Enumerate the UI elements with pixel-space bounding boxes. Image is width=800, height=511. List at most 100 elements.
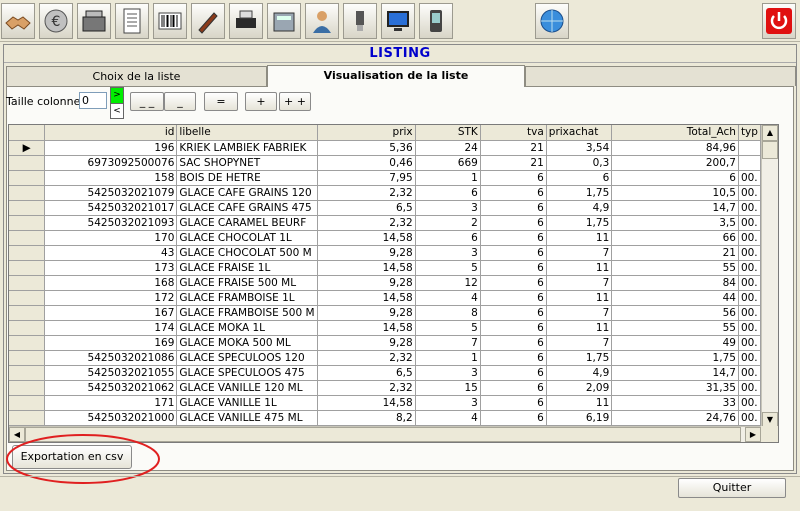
cell-stk[interactable]: 4 <box>415 290 481 306</box>
col-header-id[interactable]: id <box>44 125 178 141</box>
cell-id[interactable]: 5425032021093 <box>44 215 178 231</box>
cell-prix[interactable]: 5,36 <box>317 140 416 156</box>
cell-tva[interactable]: 6 <box>480 170 547 186</box>
monitor-icon[interactable] <box>381 3 415 39</box>
quit-button[interactable]: Quitter <box>678 478 786 498</box>
cell-typ[interactable]: 00. <box>738 365 761 381</box>
cell-total-ach[interactable]: 6 <box>611 170 739 186</box>
cell-total-ach[interactable]: 200,7 <box>611 155 739 171</box>
row-indicator[interactable] <box>9 395 46 411</box>
row-indicator[interactable] <box>9 215 46 231</box>
cell-libelle[interactable]: KRIEK LAMBIEK FABRIEK <box>176 140 318 156</box>
cell-tva[interactable]: 6 <box>480 320 547 336</box>
cell-prixachat[interactable]: 0,3 <box>546 155 613 171</box>
cell-libelle[interactable]: GLACE FRAMBOISE 1L <box>176 290 318 306</box>
cell-stk[interactable]: 1 <box>415 350 481 366</box>
table-row[interactable]: 5425032021000 GLACE VANILLE 475 ML 8,2 4 6 6,… <box>9 410 761 426</box>
cell-libelle[interactable]: GLACE SPECULOOS 475 <box>176 365 318 381</box>
table-row[interactable]: 173 GLACE FRAISE 1L 14,58 5 6 11 55 00. <box>9 260 761 276</box>
handshake-icon[interactable] <box>1 3 35 39</box>
cell-tva[interactable]: 21 <box>480 140 547 156</box>
cell-stk[interactable]: 6 <box>415 185 481 201</box>
table-row[interactable]: ▶ 196 KRIEK LAMBIEK FABRIEK 5,36 24 21 3,54 84,… <box>9 140 761 156</box>
cell-prixachat[interactable]: 1,75 <box>546 185 613 201</box>
cell-typ[interactable]: 00. <box>738 260 761 276</box>
table-row[interactable]: 158 BOIS DE HETRE 7,95 1 6 6 6 00. <box>9 170 761 186</box>
cell-total-ach[interactable]: 14,7 <box>611 200 739 216</box>
cell-id[interactable]: 5425032021062 <box>44 380 178 396</box>
cell-total-ach[interactable]: 56 <box>611 305 739 321</box>
cell-typ[interactable]: 00. <box>738 350 761 366</box>
cell-prixachat[interactable]: 11 <box>546 230 613 246</box>
vertical-scroll-thumb[interactable] <box>762 141 778 159</box>
cell-prixachat[interactable]: 1,75 <box>546 350 613 366</box>
power-icon[interactable] <box>762 3 796 39</box>
cell-prixachat[interactable]: 4,9 <box>546 365 613 381</box>
cell-id[interactable]: 171 <box>44 395 178 411</box>
cell-tva[interactable]: 6 <box>480 395 547 411</box>
cell-total-ach[interactable]: 10,5 <box>611 185 739 201</box>
cell-prix[interactable]: 14,58 <box>317 320 416 336</box>
cell-tva[interactable]: 6 <box>480 185 547 201</box>
cell-stk[interactable]: 24 <box>415 140 481 156</box>
cell-prix[interactable]: 9,28 <box>317 335 416 351</box>
cell-id[interactable]: 170 <box>44 230 178 246</box>
cell-prix[interactable]: 14,58 <box>317 395 416 411</box>
table-row[interactable]: 5425032021062 GLACE VANILLE 120 ML 2,32 15 6… <box>9 380 761 396</box>
cell-id[interactable]: 168 <box>44 275 178 291</box>
cell-typ[interactable]: 00. <box>738 305 761 321</box>
col-header-prix[interactable]: prix <box>317 125 416 141</box>
globe-icon[interactable] <box>535 3 569 39</box>
table-row[interactable]: 5425032021055 GLACE SPECULOOS 475 6,5 3 6 4,9… <box>9 365 761 381</box>
cell-id[interactable]: 158 <box>44 170 178 186</box>
cell-prix[interactable]: 14,58 <box>317 230 416 246</box>
cell-total-ach[interactable]: 66 <box>611 230 739 246</box>
cell-id[interactable]: 5425032021000 <box>44 410 178 426</box>
cell-prix[interactable]: 6,5 <box>317 365 416 381</box>
cell-libelle[interactable]: GLACE SPECULOOS 120 <box>176 350 318 366</box>
row-indicator[interactable] <box>9 320 46 336</box>
cell-stk[interactable]: 7 <box>415 335 481 351</box>
cell-prix[interactable]: 2,32 <box>317 380 416 396</box>
cell-total-ach[interactable]: 3,5 <box>611 215 739 231</box>
cell-tva[interactable]: 6 <box>480 260 547 276</box>
table-row[interactable]: 43 GLACE CHOCOLAT 500 M 9,28 3 6 7 21 00. <box>9 245 761 261</box>
cell-tva[interactable]: 6 <box>480 230 547 246</box>
cell-tva[interactable]: 6 <box>480 380 547 396</box>
cell-id[interactable]: 6973092500076 <box>44 155 178 171</box>
cell-prix[interactable]: 2,32 <box>317 215 416 231</box>
cell-tva[interactable]: 6 <box>480 245 547 261</box>
cell-tva[interactable]: 6 <box>480 410 547 426</box>
table-row[interactable]: 172 GLACE FRAMBOISE 1L 14,58 4 6 11 44 00. <box>9 290 761 306</box>
cell-stk[interactable]: 3 <box>415 395 481 411</box>
cell-libelle[interactable]: SAC SHOPYNET <box>176 155 318 171</box>
row-indicator[interactable] <box>9 245 46 261</box>
cell-id[interactable]: 167 <box>44 305 178 321</box>
row-indicator[interactable] <box>9 230 46 246</box>
row-indicator[interactable] <box>9 200 46 216</box>
cell-total-ach[interactable]: 49 <box>611 335 739 351</box>
printer-icon[interactable] <box>229 3 263 39</box>
table-row[interactable]: 5425032021079 GLACE CAFE GRAINS 120 2,32 6 6… <box>9 185 761 201</box>
cell-typ[interactable] <box>738 140 761 156</box>
col-header-typ[interactable]: typ <box>738 125 761 141</box>
cell-stk[interactable]: 6 <box>415 230 481 246</box>
table-row[interactable]: 170 GLACE CHOCOLAT 1L 14,58 6 6 11 66 00. <box>9 230 761 246</box>
cell-libelle[interactable]: GLACE CAFE GRAINS 475 <box>176 200 318 216</box>
cell-prixachat[interactable]: 7 <box>546 305 613 321</box>
cell-prix[interactable]: 2,32 <box>317 185 416 201</box>
cell-typ[interactable] <box>738 155 761 171</box>
scroll-left-button[interactable]: ◀ <box>9 427 25 442</box>
col-header-total-ach[interactable]: Total_Ach <box>611 125 739 141</box>
cell-prix[interactable]: 9,28 <box>317 275 416 291</box>
euro-icon[interactable]: € <box>39 3 73 39</box>
row-indicator[interactable] <box>9 305 46 321</box>
cell-typ[interactable]: 00. <box>738 215 761 231</box>
cell-libelle[interactable]: GLACE FRAISE 1L <box>176 260 318 276</box>
row-indicator[interactable] <box>9 410 46 426</box>
export-csv-button[interactable]: Exportation en csv <box>12 445 132 469</box>
row-indicator[interactable] <box>9 155 46 171</box>
cell-total-ach[interactable]: 21 <box>611 245 739 261</box>
cell-stk[interactable]: 8 <box>415 305 481 321</box>
cell-total-ach[interactable]: 14,7 <box>611 365 739 381</box>
